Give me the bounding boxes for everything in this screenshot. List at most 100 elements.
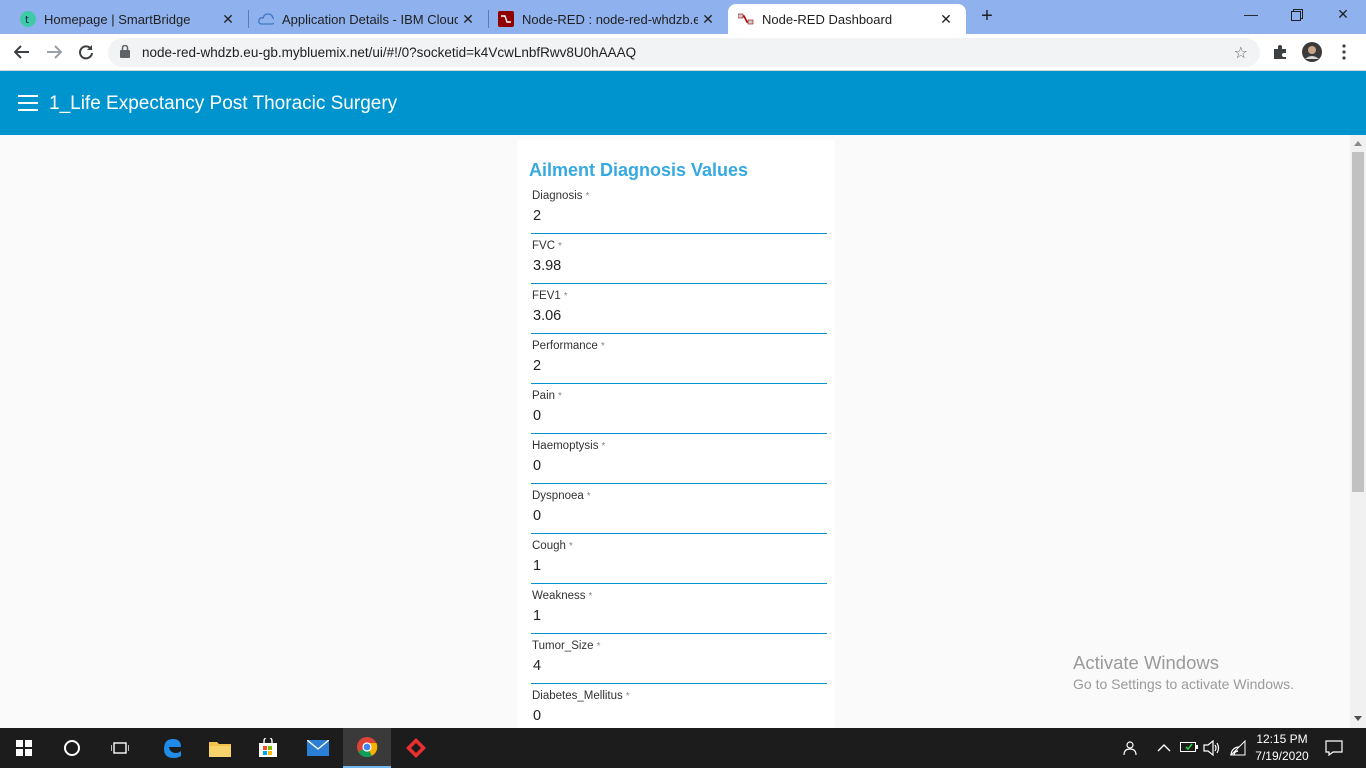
taskbar-clock[interactable]: 12:15 PM 7/19/2020 (1252, 731, 1312, 765)
field-label: Weakness (532, 590, 586, 602)
scroll-thumb[interactable] (1352, 152, 1364, 492)
required-marker: * (568, 541, 573, 552)
field-label: Pain (532, 390, 556, 402)
cloud-favicon-icon (258, 11, 274, 27)
field-value[interactable]: 3.06 (533, 308, 561, 324)
diagnosis-field[interactable]: Diagnosis * 2 (531, 190, 827, 234)
notifications-icon[interactable] (1325, 740, 1343, 759)
field-label: Cough (532, 540, 566, 552)
tab-node-red-editor[interactable]: Node-RED : node-red-whdzb.eu- ✕ (488, 4, 728, 34)
required-marker: * (625, 691, 630, 702)
haemoptysis-field[interactable]: Haemoptysis * 0 (531, 440, 827, 484)
page-scrollbar[interactable] (1350, 135, 1366, 728)
lock-icon[interactable] (120, 44, 130, 63)
field-value[interactable]: 0 (533, 458, 541, 474)
group-title: Ailment Diagnosis Values (529, 160, 749, 180)
reload-icon[interactable] (74, 40, 98, 64)
field-value[interactable]: 0 (533, 708, 541, 724)
tab-node-red-dashboard[interactable]: Node-RED Dashboard ✕ (728, 4, 966, 34)
forward-arrow-icon[interactable] (42, 40, 66, 64)
required-marker: * (585, 191, 590, 202)
tab-ibm-cloud[interactable]: Application Details - IBM Cloud ✕ (248, 4, 488, 34)
tab-close-icon[interactable]: ✕ (458, 11, 478, 28)
clock-date: 7/19/2020 (1255, 749, 1309, 763)
file-explorer-icon[interactable] (196, 728, 244, 768)
scroll-up-arrow-icon[interactable] (1354, 141, 1362, 146)
field-value[interactable]: 2 (533, 358, 541, 374)
svg-text:t: t (25, 15, 29, 26)
ailment-diagnosis-group: Ailment Diagnosis Values Diagnosis * 2 FV… (517, 140, 835, 728)
fev1-field[interactable]: FEV1 * 3.06 (531, 290, 827, 334)
minimize-icon[interactable]: — (1228, 4, 1274, 28)
mail-icon[interactable] (294, 728, 342, 768)
cortana-search-icon[interactable] (48, 728, 96, 768)
address-bar[interactable]: node-red-whdzb.eu-gb.mybluemix.net/ui/#!… (108, 38, 1260, 67)
field-label: Dyspnoea (532, 490, 584, 502)
field-label: FEV1 (532, 290, 561, 302)
anydesk-icon[interactable] (392, 728, 440, 768)
pain-field[interactable]: Pain * 0 (531, 390, 827, 434)
hamburger-menu-icon[interactable] (18, 95, 38, 111)
extensions-puzzle-icon[interactable] (1270, 42, 1290, 62)
chevron-up-icon[interactable] (1157, 740, 1171, 756)
weakness-field[interactable]: Weakness * 1 (531, 590, 827, 634)
node-red-favicon-icon (738, 11, 754, 27)
wifi-icon[interactable] (1229, 739, 1247, 759)
smartbridge-favicon-icon: t (20, 11, 36, 27)
profile-avatar[interactable] (1302, 42, 1322, 62)
field-label: Tumor_Size (532, 640, 594, 652)
activate-windows-hint: Go to Settings to activate Windows. (1073, 676, 1294, 692)
people-icon[interactable] (1121, 740, 1137, 759)
field-value[interactable]: 3.98 (533, 258, 561, 274)
required-marker: * (586, 491, 591, 502)
edge-browser-icon[interactable] (148, 728, 196, 768)
field-value[interactable]: 1 (533, 558, 541, 574)
required-marker: * (600, 341, 605, 352)
windows-start-icon[interactable] (0, 728, 48, 768)
diabetes-mellitus-field[interactable]: Diabetes_Mellitus * 0 (531, 690, 827, 728)
clock-time: 12:15 PM (1256, 732, 1308, 746)
windows-taskbar: 12:15 PM 7/19/2020 (0, 728, 1366, 768)
field-value[interactable]: 1 (533, 608, 541, 624)
performance-field[interactable]: Performance * 2 (531, 340, 827, 384)
url-text: node-red-whdzb.eu-gb.mybluemix.net/ui/#!… (142, 45, 637, 60)
field-label: Diagnosis (532, 190, 583, 202)
back-arrow-icon[interactable] (10, 40, 34, 64)
required-marker: * (596, 641, 601, 652)
restore-icon[interactable] (1274, 4, 1320, 28)
tab-title: Application Details - IBM Cloud (282, 11, 458, 27)
window-close-icon[interactable]: ✕ (1320, 4, 1366, 28)
field-label: Diabetes_Mellitus (532, 690, 623, 702)
task-view-icon[interactable] (96, 728, 144, 768)
tab-title: Node-RED : node-red-whdzb.eu- (522, 11, 698, 27)
scroll-down-arrow-icon[interactable] (1354, 716, 1362, 721)
tab-close-icon[interactable]: ✕ (698, 11, 718, 28)
dashboard-content: Ailment Diagnosis Values Diagnosis * 2 FV… (0, 135, 1350, 728)
tab-close-icon[interactable]: ✕ (218, 11, 238, 28)
bookmark-star-icon[interactable]: ☆ (1234, 43, 1248, 63)
tab-close-icon[interactable]: ✕ (936, 11, 956, 28)
browser-toolbar: node-red-whdzb.eu-gb.mybluemix.net/ui/#!… (0, 34, 1366, 71)
tumor-size-field[interactable]: Tumor_Size * 4 (531, 640, 827, 684)
volume-icon[interactable] (1203, 739, 1221, 759)
cough-field[interactable]: Cough * 1 (531, 540, 827, 584)
browser-tab-strip: t Homepage | SmartBridge ✕ Application D… (0, 0, 1366, 34)
browser-menu-kebab-icon[interactable] (1334, 42, 1354, 62)
tab-homepage-smartbridge[interactable]: t Homepage | SmartBridge ✕ (0, 4, 248, 34)
field-value[interactable]: 0 (533, 508, 541, 524)
new-tab-plus-icon[interactable]: + (976, 6, 998, 28)
microsoft-store-icon[interactable] (244, 728, 292, 768)
field-value[interactable]: 0 (533, 408, 541, 424)
chrome-icon[interactable] (343, 728, 391, 768)
dashboard-header: 1_Life Expectancy Post Thoracic Surgery (0, 71, 1366, 135)
fvc-field[interactable]: FVC * 3.98 (531, 240, 827, 284)
required-marker: * (558, 241, 562, 252)
field-value[interactable]: 2 (533, 208, 541, 224)
field-label: Haemoptysis (532, 440, 599, 452)
field-value[interactable]: 4 (533, 658, 541, 674)
dyspnoea-field[interactable]: Dyspnoea * 0 (531, 490, 827, 534)
battery-icon[interactable] (1180, 740, 1198, 757)
required-marker: * (563, 291, 568, 302)
required-marker: * (558, 391, 562, 402)
field-label: Performance (532, 340, 598, 352)
